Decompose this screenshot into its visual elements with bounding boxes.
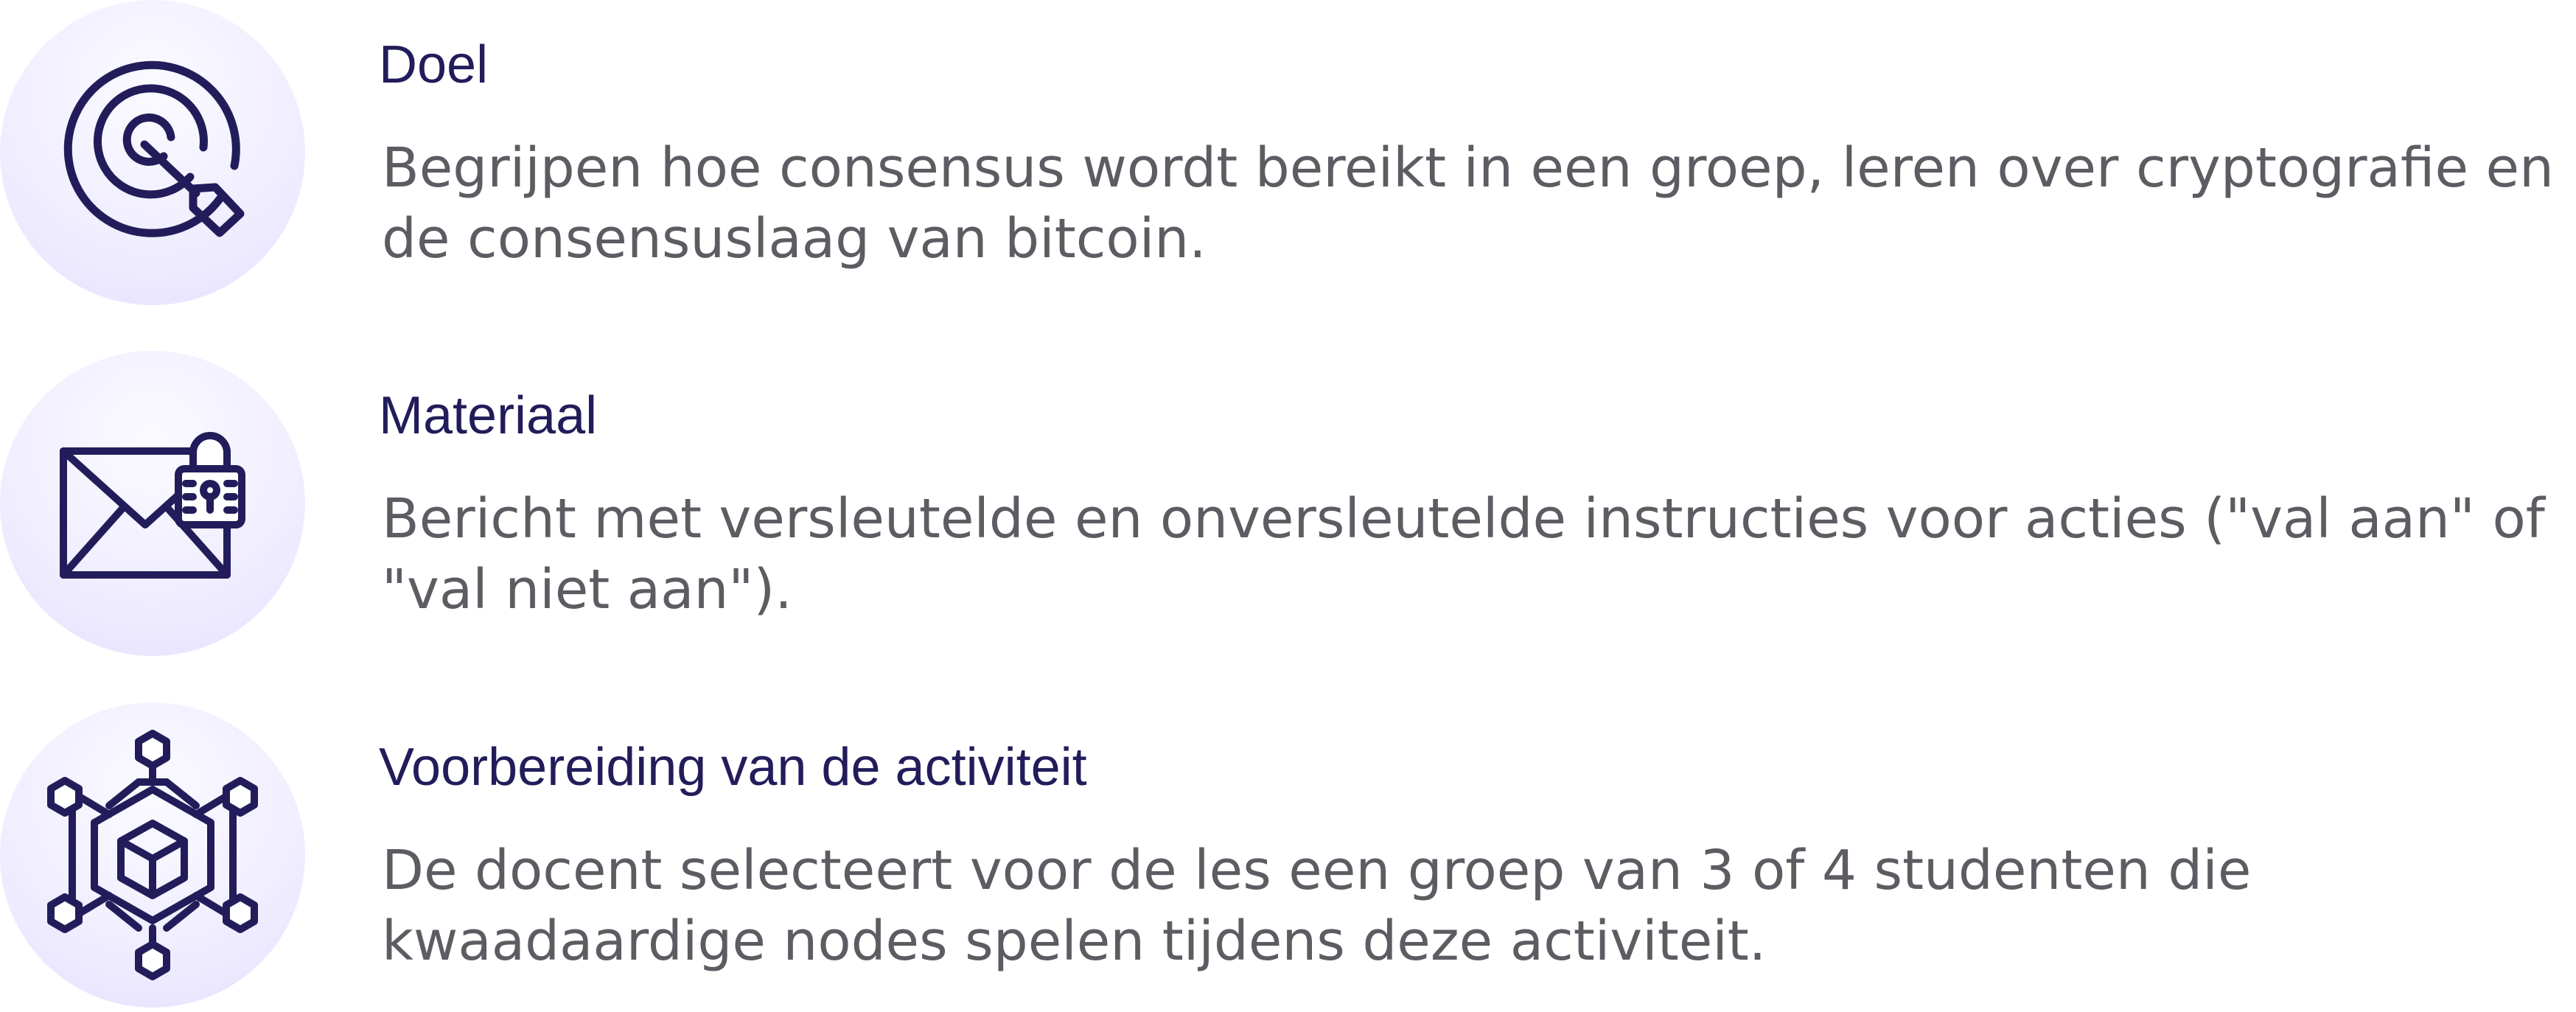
item-description: Begrijpen hoe consensus wordt bereikt in… — [382, 136, 2554, 271]
item-description: Bericht met versleutelde en onversleutel… — [382, 487, 2545, 621]
item-title: Doel — [379, 35, 489, 94]
item-title: Materiaal — [379, 386, 598, 445]
icon-circle-background — [0, 0, 305, 305]
section-materiaal: Materiaal Bericht met versleutelde en on… — [0, 351, 2576, 660]
network-icon — [47, 730, 258, 980]
item-title: Voorbereiding van de activiteit — [379, 738, 1087, 797]
item-description: De docent selecteert voor de les een gro… — [382, 839, 2252, 973]
icon-circle-background — [0, 702, 305, 1008]
encrypted-mail-icon — [60, 432, 245, 579]
icon-circle-background — [0, 351, 305, 656]
section-doel: Doel Begrijpen hoe consensus wordt berei… — [0, 0, 2576, 310]
target-icon — [63, 60, 245, 237]
section-voorbereiding: Voorbereiding van de activiteit De docen… — [0, 702, 2576, 1012]
